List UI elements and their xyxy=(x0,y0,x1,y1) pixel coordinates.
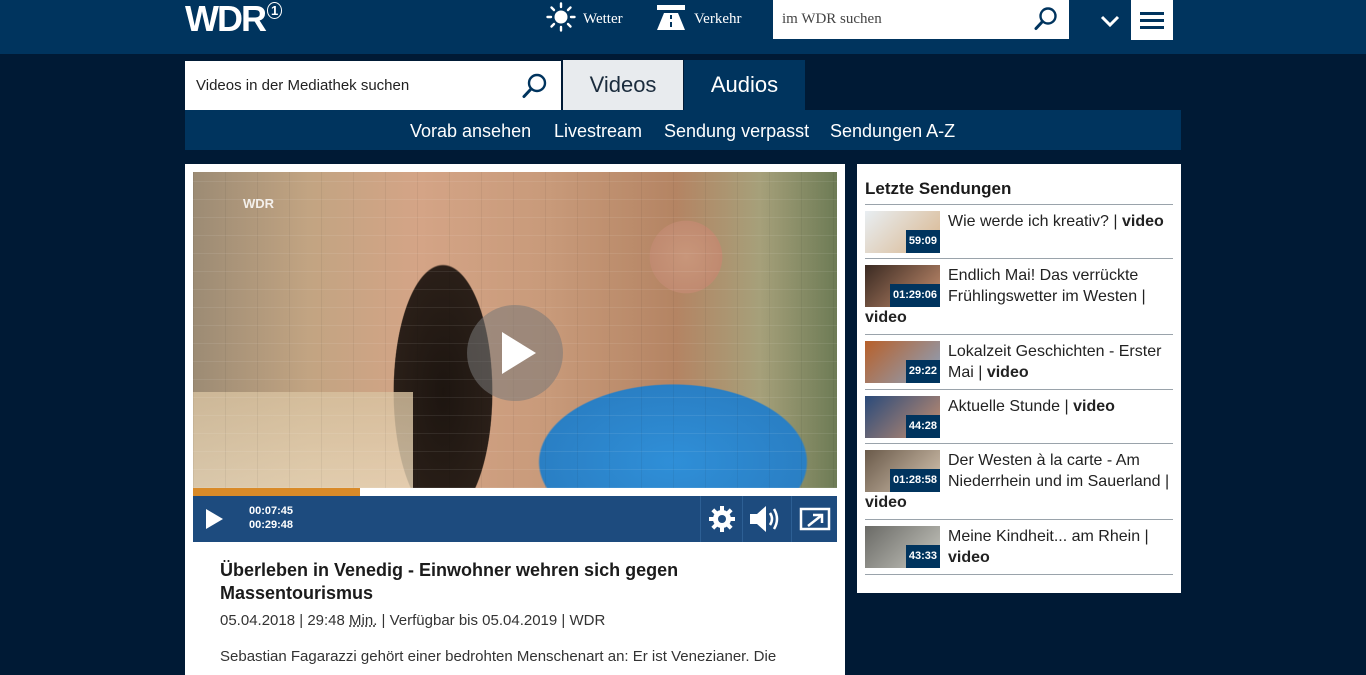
list-item-title[interactable]: Lokalzeit Geschichten - Erster Mai | xyxy=(948,343,1161,381)
duration-badge: 01:29:06 xyxy=(889,284,940,307)
list-item[interactable]: 01:29:06 Endlich Mai! Das verrückte Frühl… xyxy=(865,258,1173,334)
list-item[interactable]: 01:28:58 Der Westen à la carte - Am Niede… xyxy=(865,443,1173,519)
list-item-kind: video xyxy=(865,309,907,326)
duration-badge: 43:33 xyxy=(905,545,940,568)
duration-unit: Min. xyxy=(349,612,378,629)
chevron-down-icon[interactable] xyxy=(1099,12,1121,30)
tab-videos[interactable]: Videos xyxy=(563,60,683,110)
list-item-kind: video xyxy=(1073,398,1115,415)
duration-badge: 29:22 xyxy=(905,360,940,383)
video-title: Überleben in Venedig - Einwohner wehren … xyxy=(220,560,679,603)
logo-text: WDR xyxy=(185,0,267,39)
list-item[interactable]: 44:28 Aktuelle Stunde | video xyxy=(865,389,1173,443)
wetter-link[interactable]: Wetter xyxy=(546,1,623,32)
list-item[interactable]: 43:33 Meine Kindheit... am Rhein | video xyxy=(865,519,1173,575)
mediathek-search-input[interactable] xyxy=(185,61,505,110)
speaker-icon xyxy=(750,506,779,532)
recent-broadcasts-list: 59:09 Wie werde ich kreativ? | video 01:29… xyxy=(865,204,1173,575)
wetter-label: Wetter xyxy=(583,10,623,27)
progress-fill xyxy=(193,488,361,496)
progress-bar[interactable] xyxy=(193,488,837,496)
settings-button[interactable] xyxy=(703,496,741,542)
subnav-sendungen-a-z[interactable]: Sendungen A-Z xyxy=(830,110,955,150)
verkehr-label: Verkehr xyxy=(694,10,742,27)
list-item[interactable]: 59:09 Wie werde ich kreativ? | video xyxy=(865,204,1173,258)
thumbnail[interactable]: 44:28 xyxy=(865,396,940,438)
wdr-logo[interactable]: WDR 1 xyxy=(185,0,283,40)
road-icon xyxy=(655,3,687,36)
fullscreen-button[interactable] xyxy=(793,496,837,542)
mediathek-search-box xyxy=(185,61,561,110)
list-item-title[interactable]: Wie werde ich kreativ? | xyxy=(948,213,1122,230)
list-item[interactable]: 29:22 Lokalzeit Geschichten - Erster Mai … xyxy=(865,334,1173,389)
thumbnail[interactable]: 43:33 xyxy=(865,526,940,568)
thumbnail[interactable]: 59:09 xyxy=(865,211,940,253)
mediathek-subnav: Vorab ansehen Livestream Sendung verpass… xyxy=(185,110,1181,150)
hamburger-icon xyxy=(1140,11,1164,15)
channel-bug: WDR xyxy=(243,196,275,211)
video-date: 05.04.2018 xyxy=(220,612,296,629)
subnav-livestream[interactable]: Livestream xyxy=(554,110,642,150)
time-display: 00:07:45 00:29:48 xyxy=(249,504,293,532)
current-time: 00:07:45 xyxy=(249,505,294,517)
video-description: Sebastian Fagarazzi gehört einer bedroht… xyxy=(220,648,777,665)
video-player[interactable]: WDR xyxy=(193,172,837,488)
big-play-button[interactable] xyxy=(467,305,563,401)
tab-audios[interactable]: Audios xyxy=(684,60,805,110)
list-item-title[interactable]: Der Westen à la carte - Am Niederrhein u… xyxy=(948,452,1169,490)
total-time: 00:29:48 xyxy=(249,519,294,531)
play-button[interactable] xyxy=(193,496,235,542)
search-icon[interactable] xyxy=(1033,6,1059,37)
fullscreen-icon xyxy=(799,507,831,531)
video-meta: 05.04.2018 | 29:48 Min. | Verfügbar bis … xyxy=(220,612,606,629)
top-bar: WDR 1 Wetter Verkehr xyxy=(0,0,1366,54)
play-icon xyxy=(206,509,223,529)
list-item-title[interactable]: Meine Kindheit... am Rhein | xyxy=(948,528,1149,545)
menu-button[interactable] xyxy=(1131,0,1173,40)
duration-badge: 59:09 xyxy=(905,230,940,253)
play-icon xyxy=(502,332,536,374)
list-item-kind: video xyxy=(865,494,907,511)
main-panel: WDR 00:07:45 00:29:48 Überleben in Vened… xyxy=(185,164,845,675)
gear-icon xyxy=(709,506,735,532)
list-item-kind: video xyxy=(948,549,990,566)
list-item-kind: video xyxy=(1122,213,1164,230)
sidebar-title: Letzte Sendungen xyxy=(865,179,1012,198)
thumbnail[interactable]: 01:29:06 xyxy=(865,265,940,307)
logo-superscript: 1 xyxy=(266,2,283,19)
thumbnail[interactable]: 29:22 xyxy=(865,341,940,383)
duration-badge: 01:28:58 xyxy=(889,469,940,492)
player-controls: 00:07:45 00:29:48 xyxy=(193,496,837,542)
list-item-kind: video xyxy=(986,364,1029,381)
search-icon[interactable] xyxy=(521,72,549,105)
availability: Verfügbar bis 05.04.2019 xyxy=(389,612,558,629)
duration-badge: 44:28 xyxy=(905,415,940,438)
list-item-title[interactable]: Aktuelle Stunde | xyxy=(948,398,1073,415)
verkehr-link[interactable]: Verkehr xyxy=(655,4,742,32)
volume-button[interactable] xyxy=(743,496,789,542)
subnav-vorab-ansehen[interactable]: Vorab ansehen xyxy=(410,110,531,150)
channel: WDR xyxy=(569,612,606,629)
video-duration: 29:48 xyxy=(307,612,345,629)
recent-broadcasts-panel: Letzte Sendungen 59:09 Wie werde ich krea… xyxy=(857,164,1181,593)
top-search-input[interactable] xyxy=(773,0,1023,39)
top-search-box xyxy=(773,0,1069,39)
subnav-sendung-verpasst[interactable]: Sendung verpasst xyxy=(664,110,809,150)
sun-icon xyxy=(546,1,576,37)
list-item-title[interactable]: Endlich Mai! Das verrückte Frühlingswett… xyxy=(948,267,1146,305)
thumbnail[interactable]: 01:28:58 xyxy=(865,450,940,492)
